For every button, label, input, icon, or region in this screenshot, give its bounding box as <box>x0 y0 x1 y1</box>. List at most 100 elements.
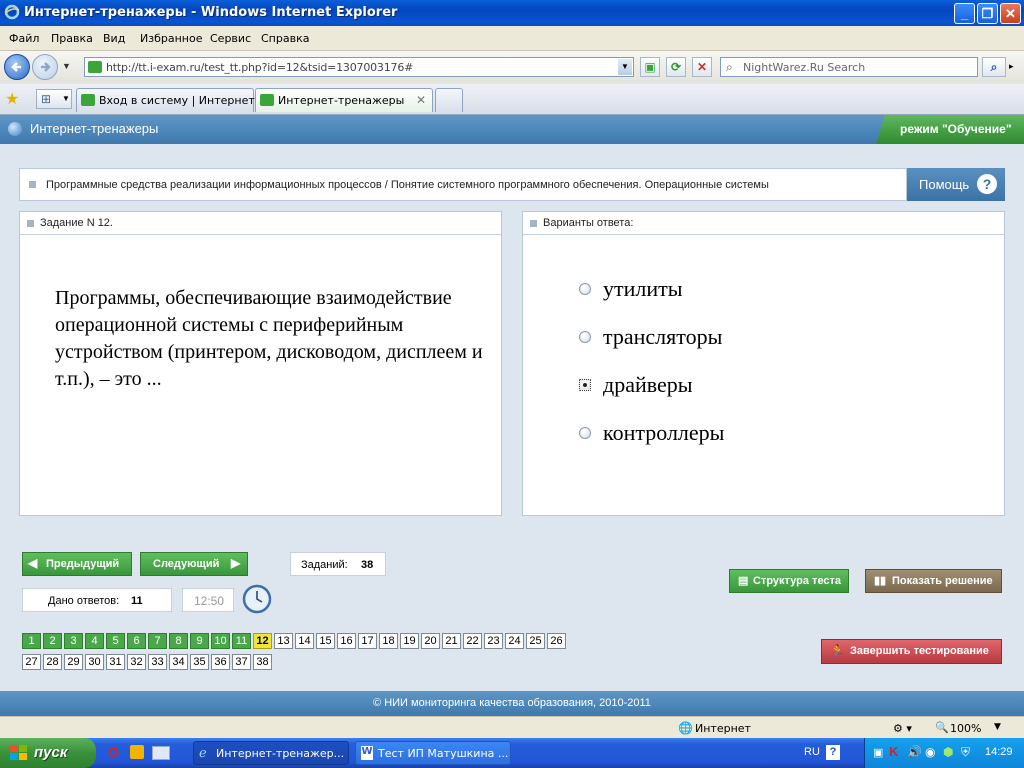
question-number-24[interactable]: 24 <box>505 633 524 649</box>
volume-icon[interactable]: 🔊 <box>907 745 922 759</box>
menu-favorites[interactable]: Избранное <box>140 32 202 45</box>
question-number-5[interactable]: 5 <box>106 633 125 649</box>
question-number-13[interactable]: 13 <box>274 633 293 649</box>
question-number-16[interactable]: 16 <box>337 633 356 649</box>
finish-test-button[interactable]: 🏃 Завершить тестирование <box>821 639 1002 664</box>
question-number-19[interactable]: 19 <box>400 633 419 649</box>
history-dropdown-icon[interactable]: ▼ <box>62 61 71 71</box>
radio-button[interactable] <box>579 283 591 295</box>
question-number-9[interactable]: 9 <box>190 633 209 649</box>
question-number-12[interactable]: 12 <box>253 633 272 649</box>
show-solution-button[interactable]: ▮▮ Показать решение <box>865 569 1002 593</box>
question-number-17[interactable]: 17 <box>358 633 377 649</box>
close-button[interactable]: ✕ <box>1000 3 1021 24</box>
zoom-dropdown-icon[interactable]: ▼ <box>994 722 1001 732</box>
question-number-26[interactable]: 26 <box>547 633 566 649</box>
compatibility-button[interactable]: ▣ <box>640 57 660 77</box>
topic-text: Программные средства реализации информац… <box>46 179 769 191</box>
menu-tools[interactable]: Сервис <box>210 32 251 45</box>
question-number-10[interactable]: 10 <box>211 633 230 649</box>
maximize-button[interactable]: ❐ <box>977 3 998 24</box>
window-title: Интернет-тренажеры - Windows Internet Ex… <box>24 5 398 20</box>
question-number-33[interactable]: 33 <box>148 654 167 670</box>
question-number-7[interactable]: 7 <box>148 633 167 649</box>
question-number-2[interactable]: 2 <box>43 633 62 649</box>
question-number-38[interactable]: 38 <box>253 654 272 670</box>
question-number-20[interactable]: 20 <box>421 633 440 649</box>
app-header: Интернет-тренажеры <box>0 115 1024 144</box>
question-number-14[interactable]: 14 <box>295 633 314 649</box>
tray-network-icon[interactable]: ▣ <box>873 746 883 759</box>
antivirus-icon[interactable]: K <box>889 744 898 759</box>
address-field[interactable]: http://tt.i-exam.ru/test_tt.php?id=12&ts… <box>84 57 634 77</box>
question-number-18[interactable]: 18 <box>379 633 398 649</box>
question-number-6[interactable]: 6 <box>127 633 146 649</box>
menu-help[interactable]: Справка <box>261 32 309 45</box>
help-tray-icon[interactable]: ? <box>826 745 840 760</box>
timer-value: 12:50 <box>194 594 225 608</box>
zoom-level[interactable]: 100% <box>950 722 981 735</box>
forward-button[interactable] <box>32 54 58 80</box>
question-number-8[interactable]: 8 <box>169 633 188 649</box>
question-number-25[interactable]: 25 <box>526 633 545 649</box>
question-number-21[interactable]: 21 <box>442 633 461 649</box>
question-number-1[interactable]: 1 <box>22 633 41 649</box>
search-button[interactable]: ⌕ <box>982 57 1006 77</box>
copyright-text: © НИИ мониторинга качества образования, … <box>373 697 651 709</box>
question-number-4[interactable]: 4 <box>85 633 104 649</box>
opera-icon[interactable]: O <box>108 744 119 760</box>
question-number-32[interactable]: 32 <box>127 654 146 670</box>
back-button[interactable] <box>4 54 30 80</box>
test-structure-button[interactable]: ▤ Структура теста <box>729 569 849 593</box>
taskbar-item-word[interactable]: W Тест ИП Матушкина ... <box>355 741 511 765</box>
search-input[interactable]: ⌕ NightWarez.Ru Search <box>720 57 978 77</box>
menu-edit[interactable]: Правка <box>51 32 93 45</box>
language-indicator[interactable]: RU <box>804 746 820 758</box>
protected-mode-icon[interactable]: ⚙ ▾ <box>893 722 912 735</box>
taskbar-item-ie[interactable]: ℯ Интернет-тренажер... <box>193 741 349 765</box>
radio-button-selected[interactable] <box>579 379 591 391</box>
question-number-31[interactable]: 31 <box>106 654 125 670</box>
show-desktop-icon[interactable] <box>152 746 170 760</box>
question-number-22[interactable]: 22 <box>463 633 482 649</box>
quicklaunch-icon[interactable] <box>130 745 144 759</box>
question-number-37[interactable]: 37 <box>232 654 251 670</box>
question-number-29[interactable]: 29 <box>64 654 83 670</box>
radio-button[interactable] <box>579 427 591 439</box>
tab-close-icon[interactable]: ✕ <box>416 93 426 107</box>
radio-button[interactable] <box>579 331 591 343</box>
refresh-button[interactable]: ⟳ <box>666 57 686 77</box>
question-number-30[interactable]: 30 <box>85 654 104 670</box>
question-number-23[interactable]: 23 <box>484 633 503 649</box>
question-number-3[interactable]: 3 <box>64 633 83 649</box>
menu-view[interactable]: Вид <box>103 32 125 45</box>
previous-button[interactable]: ◀ Предыдущий <box>22 552 132 576</box>
favorites-star-icon[interactable]: ★ <box>5 89 19 109</box>
tray-security-icon[interactable]: ⛨ <box>961 745 970 760</box>
question-number-27[interactable]: 27 <box>22 654 41 670</box>
menu-file[interactable]: Файл <box>9 32 39 45</box>
address-dropdown-icon[interactable]: ▼ <box>618 59 632 75</box>
stop-button[interactable]: ✕ <box>692 57 712 77</box>
zone-label: Интернет <box>695 722 751 735</box>
question-number-35[interactable]: 35 <box>190 654 209 670</box>
search-options-icon[interactable]: ▸ <box>1009 61 1014 72</box>
minimize-button[interactable]: _ <box>954 3 975 24</box>
question-number-34[interactable]: 34 <box>169 654 188 670</box>
next-button[interactable]: Следующий ▶ <box>140 552 248 576</box>
question-number-11[interactable]: 11 <box>232 633 251 649</box>
quick-tabs-icon: ⊞ <box>41 92 52 106</box>
tray-app-icon[interactable]: ◉ <box>925 745 935 759</box>
help-button[interactable]: Помощь ? <box>907 168 1005 201</box>
window-title-bar[interactable]: Интернет-тренажеры - Windows Internet Ex… <box>0 0 1024 26</box>
internet-zone-icon: 🌐 <box>678 721 693 735</box>
start-button[interactable]: пуск <box>0 738 96 768</box>
tab-trainers[interactable]: Интернет-тренажеры ✕ <box>255 88 433 112</box>
new-tab-button[interactable] <box>435 88 463 112</box>
question-number-36[interactable]: 36 <box>211 654 230 670</box>
tray-update-icon[interactable]: ⬢ <box>943 745 953 759</box>
question-number-15[interactable]: 15 <box>316 633 335 649</box>
tab-login[interactable]: Вход в систему | Интернет-... <box>76 88 269 112</box>
quick-tabs-button[interactable]: ⊞ ▼ <box>36 89 72 109</box>
question-number-28[interactable]: 28 <box>43 654 62 670</box>
